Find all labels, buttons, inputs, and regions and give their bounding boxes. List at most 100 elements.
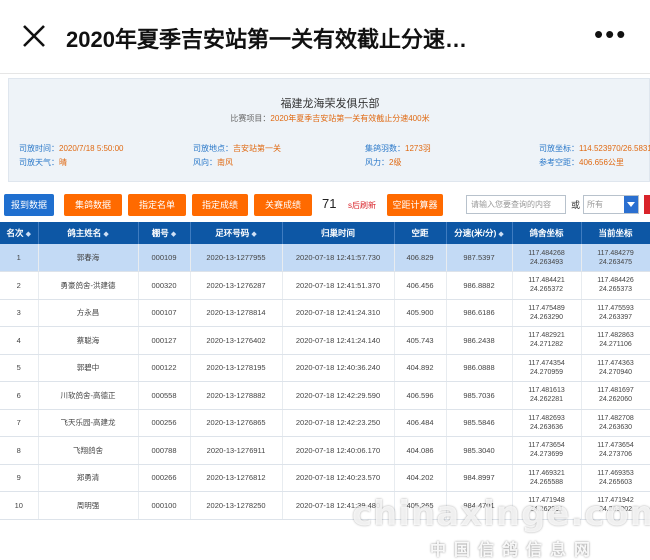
- cell-rank: 1: [0, 244, 39, 272]
- cell-current-coords-lng: 117.473654: [597, 442, 634, 450]
- cell-ring: 2020-13-1276402: [190, 326, 283, 355]
- table-row[interactable]: 4 蔡聪海 000127 2020-13-1276402 2020-07-18 12:4…: [0, 326, 650, 355]
- cell-loft-coords-lat: 24.263290: [529, 313, 564, 321]
- cell-distance: 406.596: [394, 381, 447, 410]
- cell-loft-coords-lng: 117.473654: [528, 442, 565, 450]
- more-options-icon[interactable]: •••: [594, 21, 634, 47]
- release-place: 司放地点：吉安站第一关: [193, 143, 281, 154]
- cell-loft: 000256: [138, 409, 191, 437]
- cell-rank: 7: [0, 409, 39, 437]
- cell-loft: 000127: [138, 326, 191, 355]
- designated-list-button[interactable]: 指定名单: [128, 194, 186, 216]
- cell-ring: 2020-13-1276865: [190, 409, 283, 437]
- cell-owner: 方永昌: [38, 299, 139, 327]
- header-current-coords[interactable]: 当前坐标: [581, 222, 650, 244]
- cell-current-coords-lat: 24.273706: [598, 451, 633, 459]
- cell-arrival: 2020-07-18 12:42:29.590: [282, 381, 395, 410]
- cell-rank: 8: [0, 436, 39, 465]
- table-header-row: 名次 ◆ 鸽主姓名 ◆ 棚号 ◆ 足环号码 ◆ 归巢时间 空距 分速(米/分) ◆ 鸽舍坐…: [0, 222, 650, 244]
- release-weather: 司放天气：晴: [19, 157, 67, 168]
- cell-loft: 000788: [138, 436, 191, 465]
- cell-loft-coords: 117.482921 24.271282: [512, 326, 582, 355]
- cell-distance: 405.743: [394, 326, 447, 355]
- cell-current-coords-lng: 117.484426: [597, 277, 634, 285]
- cell-speed: 985.3040: [446, 436, 513, 465]
- header-arrival[interactable]: 归巢时间: [282, 222, 395, 244]
- table-row[interactable]: 3 方永昌 000107 2020-13-1278814 2020-07-18 12:4…: [0, 299, 650, 327]
- designated-results-button[interactable]: 指定成绩: [192, 194, 248, 216]
- cell-loft-coords-lng: 117.475489: [528, 304, 565, 312]
- header-owner[interactable]: 鸽主姓名 ◆: [38, 222, 139, 244]
- release-time-key: 司放时间：: [19, 144, 59, 153]
- race-results-button[interactable]: 关赛成绩: [254, 194, 312, 216]
- table-row[interactable]: 1 郭春海 000109 2020-13-1277955 2020-07-18 12:4…: [0, 244, 650, 272]
- cell-speed: 986.8882: [446, 271, 513, 300]
- cell-current-coords: 117.484426 24.265373: [581, 271, 650, 300]
- table-row[interactable]: 6 川软鸽舍-高德正 000558 2020-13-1278882 2020-07-18…: [0, 381, 650, 410]
- table-row[interactable]: 8 飞翔鸽舍 000788 2020-13-1276911 2020-07-18 12:…: [0, 436, 650, 465]
- cell-arrival: 2020-07-18 12:40:23.570: [282, 464, 395, 492]
- cell-ring: 2020-13-1276287: [190, 271, 283, 300]
- cell-rank: 2: [0, 271, 39, 300]
- search-input[interactable]: 请输入您要查询的内容: [466, 195, 566, 214]
- header-rank[interactable]: 名次 ◆: [0, 222, 39, 244]
- distance-calculator-button[interactable]: 空距计算器: [387, 194, 443, 216]
- header-distance[interactable]: 空距: [394, 222, 447, 244]
- cell-arrival: 2020-07-18 12:41:24.310: [282, 299, 395, 327]
- wind-force: 风力：2级: [365, 157, 401, 168]
- chevron-down-icon[interactable]: [624, 196, 638, 213]
- cell-loft-coords-lng: 117.474354: [528, 359, 565, 367]
- release-place-value: 吉安站第一关: [233, 144, 281, 153]
- page-title: 2020年夏季吉安站第一关有效截止分速…: [66, 27, 467, 52]
- cell-arrival: 2020-07-18 12:40:06.170: [282, 436, 395, 465]
- cell-rank: 6: [0, 381, 39, 410]
- race-project: 比赛项目：2020年夏季吉安站第一关有效截止分速400米: [9, 113, 650, 124]
- cell-loft-coords: 117.482693 24.263636: [512, 409, 582, 437]
- search-button[interactable]: [644, 195, 650, 214]
- results-page: 福建龙海荣发俱乐部 比赛项目：2020年夏季吉安站第一关有效截止分速400米 司…: [0, 74, 650, 559]
- cell-loft-coords-lng: 117.469321: [528, 469, 565, 477]
- cell-ring: 2020-13-1278195: [190, 354, 283, 382]
- cell-current-coords: 117.475593 24.263397: [581, 299, 650, 327]
- collection-data-button[interactable]: 集鸽数据: [64, 194, 122, 216]
- ref-distance-value: 406.656公里: [579, 158, 624, 167]
- cell-arrival: 2020-07-18 12:41:57.730: [282, 244, 395, 272]
- reference-distance: 参考空距：406.656公里: [539, 157, 624, 168]
- table-row[interactable]: 5 郭碧中 000122 2020-13-1278195 2020-07-18 12:4…: [0, 354, 650, 382]
- cell-speed: 985.7036: [446, 381, 513, 410]
- cell-rank: 10: [0, 491, 39, 520]
- table-row[interactable]: 9 郑勇清 000266 2020-13-1276812 2020-07-18 12:4…: [0, 464, 650, 492]
- project-value: 2020年夏季吉安站第一关有效截止分速400米: [270, 114, 430, 123]
- filter-select[interactable]: 所有: [583, 195, 639, 214]
- release-time-value: 2020/7/18 5:50:00: [59, 144, 124, 153]
- wind-direction: 风向：南风: [193, 157, 233, 168]
- cell-owner: 川软鸽舍-高德正: [38, 381, 139, 410]
- cell-ring: 2020-13-1278250: [190, 491, 283, 520]
- header-loft[interactable]: 棚号 ◆: [138, 222, 191, 244]
- cell-distance: 404.086: [394, 436, 447, 465]
- cell-loft: 000100: [138, 491, 191, 520]
- cell-current-coords-lat: 24.263630: [598, 423, 633, 431]
- cell-speed: 986.2438: [446, 326, 513, 355]
- checkin-data-button[interactable]: 报到数据: [4, 194, 54, 216]
- collected-value: 1273羽: [405, 144, 431, 153]
- or-label: 或: [571, 200, 581, 210]
- header-ring[interactable]: 足环号码 ◆: [190, 222, 283, 244]
- cell-current-coords-lng: 117.482708: [597, 414, 634, 422]
- weather-value: 晴: [59, 158, 67, 167]
- cell-current-coords: 117.482708 24.263630: [581, 409, 650, 437]
- close-icon[interactable]: [20, 22, 48, 50]
- collected-key: 集鸽羽数：: [365, 144, 405, 153]
- table-row[interactable]: 7 飞天乐园-高建龙 000256 2020-13-1276865 2020-07-18…: [0, 409, 650, 437]
- cell-distance: 406.456: [394, 271, 447, 300]
- header-speed[interactable]: 分速(米/分) ◆: [446, 222, 513, 244]
- cell-loft: 000122: [138, 354, 191, 382]
- header-loft-coords[interactable]: 鸽舍坐标: [512, 222, 582, 244]
- cell-rank: 4: [0, 326, 39, 355]
- toolbar: 报到数据 集鸽数据 指定名单 指定成绩 关赛成绩 71 s后刷新 空距计算器 请…: [0, 192, 650, 218]
- weather-key: 司放天气：: [19, 158, 59, 167]
- cell-distance: 404.202: [394, 464, 447, 492]
- refresh-label: s后刷新: [348, 201, 376, 210]
- table-row[interactable]: 2 勇豪鸽舍-洪建德 000320 2020-13-1276287 2020-07-18…: [0, 271, 650, 300]
- cell-loft-coords: 117.469321 24.265588: [512, 464, 582, 492]
